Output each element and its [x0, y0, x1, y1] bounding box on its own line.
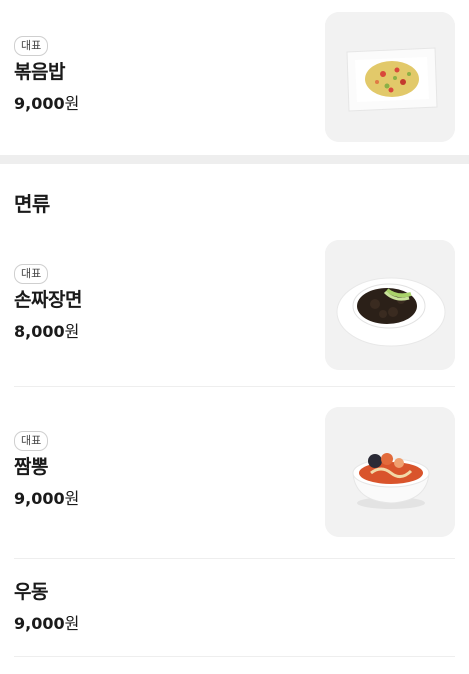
price-currency: 원: [64, 322, 80, 341]
menu-item-price: 9,000원: [14, 488, 79, 510]
price-currency: 원: [64, 94, 80, 113]
menu-item-price: 9,000원: [14, 93, 79, 115]
menu-item-info: 대표 손짜장면 8,000원: [14, 240, 82, 386]
menu-item-name: 우동: [14, 581, 48, 603]
section-divider: [0, 155, 469, 164]
menu-item-jajangmyeon[interactable]: 대표 손짜장면 8,000원: [0, 216, 469, 386]
menu-item-name: 볶음밥: [14, 61, 65, 83]
signature-badge: 대표: [14, 36, 49, 56]
jajangmyeon-image: [325, 240, 455, 370]
menu-item-fried-rice[interactable]: 대표 볶음밥 9,000원: [0, 0, 469, 155]
price-value: 9,000: [14, 94, 65, 113]
price-value: 9,000: [14, 614, 65, 633]
menu-item-price: 9,000원: [14, 613, 455, 635]
signature-badge: 대표: [14, 264, 49, 284]
menu-item-info: 대표 짬뽕 9,000원: [14, 407, 79, 558]
fried-rice-image: [325, 12, 455, 142]
jjamppong-image: [325, 407, 455, 537]
price-value: 9,000: [14, 489, 65, 508]
menu-item-name: 손짜장면: [14, 289, 82, 311]
section-title: 면류: [14, 192, 50, 216]
signature-badge: 대표: [14, 431, 49, 451]
menu-item-udon[interactable]: 우동 9,000원: [0, 559, 469, 656]
price-value: 8,000: [14, 322, 65, 341]
item-divider: [14, 656, 455, 657]
menu-item-name: 짬뽕: [14, 456, 48, 478]
price-currency: 원: [64, 614, 80, 633]
menu-item-price: 8,000원: [14, 321, 82, 343]
menu-item-info: 대표 볶음밥 9,000원: [14, 12, 79, 155]
price-currency: 원: [64, 489, 80, 508]
menu-item-jjamppong[interactable]: 대표 짬뽕 9,000원: [0, 387, 469, 558]
